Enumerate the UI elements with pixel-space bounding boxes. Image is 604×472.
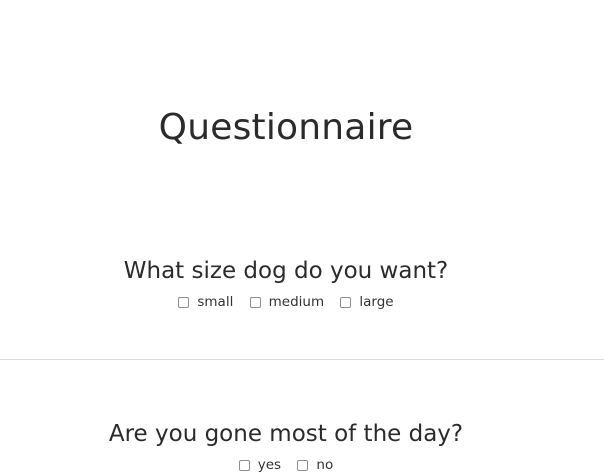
page-title: Questionnaire (158, 107, 414, 148)
option-label: yes (257, 457, 282, 472)
option-group-dog-size: small medium large (0, 293, 572, 313)
option-group-gone-most-of-day: yes no (0, 456, 572, 472)
option-large[interactable]: large (340, 293, 394, 311)
option-medium[interactable]: medium (249, 293, 325, 311)
question-text: Are you gone most of the day? (108, 421, 464, 447)
section-divider (0, 359, 604, 360)
option-label: small (197, 294, 234, 310)
checkbox-yes[interactable] (238, 459, 250, 471)
option-no[interactable]: no (297, 456, 333, 472)
checkbox-no[interactable] (297, 459, 309, 471)
question-gone-most-of-day: Are you gone most of the day? yes no (0, 418, 572, 472)
option-small[interactable]: small (178, 293, 233, 311)
checkbox-small[interactable] (178, 296, 190, 308)
option-label: large (359, 294, 394, 310)
checkbox-large[interactable] (340, 296, 352, 308)
option-label: no (316, 457, 334, 472)
option-yes[interactable]: yes (238, 456, 282, 472)
option-label: medium (268, 294, 325, 310)
questionnaire-page: Questionnaire What size dog do you want?… (0, 0, 604, 472)
question-dog-size: What size dog do you want? small medium … (0, 255, 572, 313)
checkbox-medium[interactable] (249, 296, 261, 308)
question-text: What size dog do you want? (123, 258, 449, 284)
